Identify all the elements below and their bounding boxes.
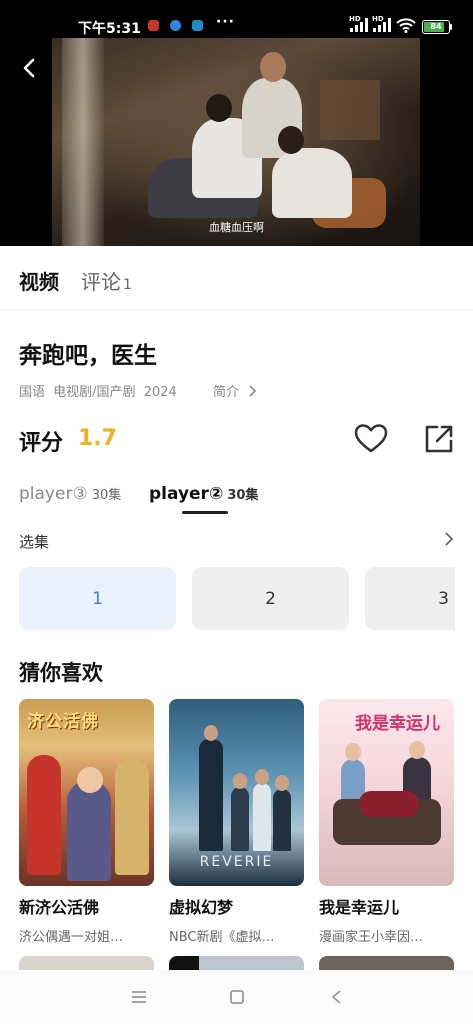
show-year: 2024 (143, 385, 177, 400)
show-meta: 国语 电视剧/国产剧 2024 (19, 381, 181, 400)
recommend-card-5-peek[interactable] (169, 956, 304, 970)
more-notifications-icon: ··· (216, 14, 235, 30)
card-title: 虚拟幻梦 (169, 898, 234, 917)
chevron-right-icon (445, 532, 454, 546)
chevron-right-icon (249, 385, 257, 397)
notification-icon (148, 20, 159, 31)
poster-image: 我是幸运儿 (319, 699, 454, 886)
battery-level: 84 (430, 22, 442, 31)
signal-icon (350, 18, 368, 32)
poster-image: REVERIE (169, 699, 304, 886)
card-description: NBC新剧《虚拟… (169, 930, 275, 945)
share-button[interactable] (423, 423, 455, 455)
player-episodes: 30集 (227, 488, 259, 503)
show-title: 奔跑吧，医生 (19, 343, 157, 369)
wifi-icon (396, 18, 416, 33)
player-tab-2[interactable]: player② 30集 (149, 484, 258, 504)
player-tab-indicator (182, 511, 228, 514)
tab-video[interactable]: 视频 (19, 266, 59, 295)
comment-count: 1 (123, 277, 132, 293)
recommend-card-2[interactable]: REVERIE 虚拟幻梦 NBC新剧《虚拟… (169, 699, 304, 945)
episode-button-2[interactable]: 2 (192, 567, 349, 630)
tab-comment[interactable]: 评论 1 (81, 266, 132, 295)
episode-list: 1 2 3 (19, 567, 455, 630)
episode-button-1[interactable]: 1 (19, 567, 176, 630)
poster-title: 济公活佛 (27, 712, 99, 732)
intro-button[interactable]: 简介 (213, 381, 257, 400)
intro-label: 简介 (213, 385, 240, 400)
video-frame[interactable] (52, 38, 420, 246)
card-description: 济公偶遇一对姐… (19, 930, 124, 945)
rating-value: 1.7 (78, 426, 117, 451)
poster-title: REVERIE (199, 854, 274, 870)
recommend-title: 猜你喜欢 (19, 661, 103, 685)
chevron-left-icon (23, 58, 35, 78)
favorite-button[interactable] (354, 423, 388, 455)
signal-icon-2 (373, 18, 391, 32)
recommend-card-4-peek[interactable] (19, 956, 154, 970)
player-name: player② (149, 484, 224, 504)
episode-button-3[interactable]: 3 (365, 567, 455, 630)
recommend-card-6-peek[interactable] (319, 956, 454, 970)
content-tabs: 视频 评论 1 (0, 246, 473, 310)
home-square-icon[interactable] (228, 988, 246, 1006)
back-button[interactable] (18, 56, 42, 80)
rating-label: 评分 (19, 431, 64, 456)
status-time: 下午5:31 (78, 21, 141, 37)
card-title: 新济公活佛 (19, 898, 100, 917)
episode-select-label: 选集 (19, 533, 50, 551)
heart-icon (354, 424, 388, 453)
recommend-card-3[interactable]: 我是幸运儿 我是幸运儿 漫画家王小幸因… (319, 699, 454, 945)
scene-shelf (320, 80, 380, 140)
battery-tip (450, 24, 452, 30)
card-title: 我是幸运儿 (319, 898, 400, 917)
status-bar: 下午5:31 ··· HD HD 84 (0, 0, 473, 37)
show-language: 国语 (19, 385, 46, 400)
player-name: player③ (19, 484, 88, 504)
poster-image: 济公活佛 (19, 699, 154, 886)
menu-icon[interactable] (130, 988, 148, 1006)
card-description: 漫画家王小幸因… (319, 930, 424, 945)
back-triangle-icon[interactable] (328, 988, 346, 1006)
player-episodes: 30集 (91, 488, 122, 503)
app-notification-icon (170, 20, 181, 31)
tab-comment-label: 评论 (81, 270, 121, 294)
share-icon (425, 425, 453, 453)
scene-light (62, 38, 104, 246)
episode-list-expand[interactable] (442, 531, 456, 547)
video-player[interactable]: 血糖血压啊 下午5:31 ··· HD HD 84 (0, 0, 473, 246)
recommend-card-1[interactable]: 济公活佛 新济公活佛 济公偶遇一对姐… (19, 699, 154, 945)
system-nav-bar (0, 970, 473, 1024)
poster-title: 我是幸运儿 (355, 714, 440, 734)
show-genre: 电视剧/国产剧 (53, 385, 136, 400)
scene-person-doctor (272, 126, 352, 218)
message-icon (192, 20, 203, 31)
video-subtitle: 血糖血压啊 (209, 221, 264, 234)
battery-icon: 84 (422, 20, 450, 34)
player-tab-3[interactable]: player③ 30集 (19, 484, 121, 504)
